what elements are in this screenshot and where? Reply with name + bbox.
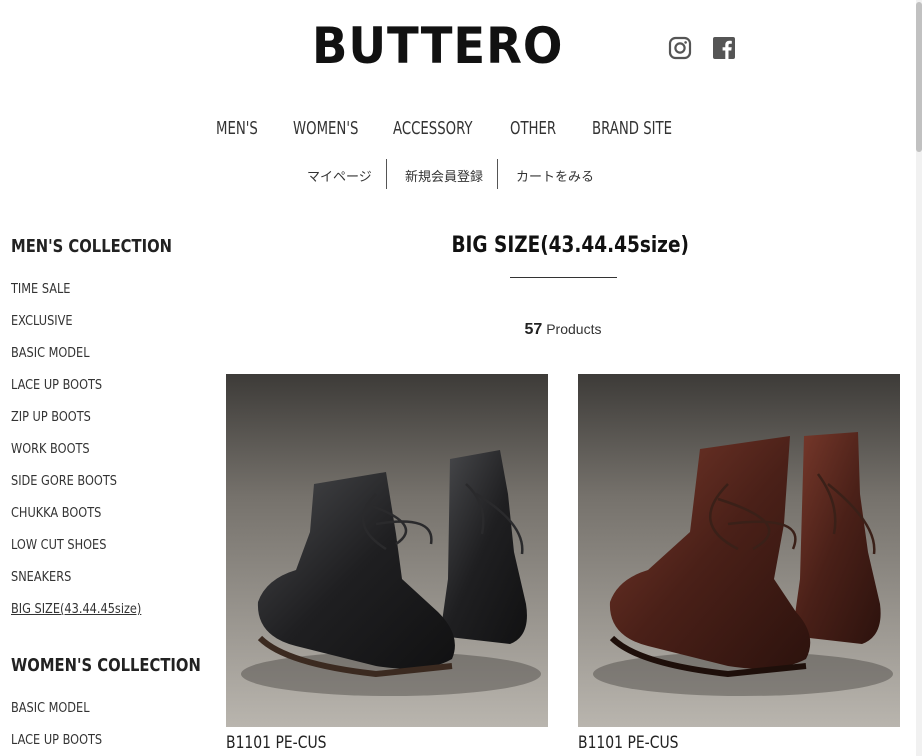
sidebar-item-big-size[interactable]: BIG SIZE(43.44.45size) xyxy=(11,599,141,631)
page-title: BIG SIZE(43.44.45size) xyxy=(451,233,689,258)
product-count-label: Products xyxy=(546,321,602,337)
account-nav: マイページ 新規会員登録 カートをみる xyxy=(0,159,922,189)
scrollbar-thumb[interactable] xyxy=(916,2,922,152)
sidebar-item-womens-lace-up-boots[interactable]: LACE UP BOOTS xyxy=(11,730,102,756)
nav-brand-site[interactable]: BRAND SITE xyxy=(592,118,672,139)
product-image[interactable] xyxy=(578,374,900,727)
brand-logo[interactable]: BUTTERO xyxy=(312,18,563,74)
product-card[interactable]: B1101 PE-CUS xyxy=(578,374,900,753)
womens-collection-list: BASIC MODEL LACE UP BOOTS xyxy=(11,698,119,756)
mens-collection-heading: MEN'S COLLECTION xyxy=(11,236,172,257)
product-count-number: 57 xyxy=(524,321,543,338)
nav-mens[interactable]: MEN'S xyxy=(216,118,258,139)
nav-womens[interactable]: WOMEN'S xyxy=(293,118,358,139)
my-page-link[interactable]: マイページ xyxy=(307,166,372,185)
product-image[interactable] xyxy=(226,374,548,727)
title-underline xyxy=(510,277,617,278)
nav-accessory[interactable]: ACCESSORY xyxy=(393,118,472,139)
register-link[interactable]: 新規会員登録 xyxy=(405,166,483,185)
sidebar-item-basic-model[interactable]: BASIC MODEL xyxy=(11,343,141,375)
product-name[interactable]: B1101 PE-CUS xyxy=(226,733,490,753)
product-count: 57 Products xyxy=(0,321,922,339)
product-name[interactable]: B1101 PE-CUS xyxy=(578,733,842,753)
sidebar-item-chukka-boots[interactable]: CHUKKA BOOTS xyxy=(11,503,141,535)
divider xyxy=(497,159,498,189)
nav-other[interactable]: OTHER xyxy=(510,118,556,139)
facebook-icon[interactable] xyxy=(712,36,736,60)
main-nav: MEN'S WOMEN'S ACCESSORY OTHER BRAND SITE xyxy=(0,118,922,146)
sidebar-item-zip-up-boots[interactable]: ZIP UP BOOTS xyxy=(11,407,141,439)
view-cart-link[interactable]: カートをみる xyxy=(516,166,594,185)
sidebar-item-womens-basic-model[interactable]: BASIC MODEL xyxy=(11,698,102,730)
sidebar-item-work-boots[interactable]: WORK BOOTS xyxy=(11,439,141,471)
sidebar-item-time-sale[interactable]: TIME SALE xyxy=(11,279,141,311)
sidebar-item-lace-up-boots[interactable]: LACE UP BOOTS xyxy=(11,375,141,407)
divider xyxy=(386,159,387,189)
instagram-icon[interactable] xyxy=(668,36,692,60)
sidebar-item-low-cut-shoes[interactable]: LOW CUT SHOES xyxy=(11,535,141,567)
scrollbar[interactable] xyxy=(916,0,922,756)
sidebar-item-side-gore-boots[interactable]: SIDE GORE BOOTS xyxy=(11,471,141,503)
womens-collection-heading: WOMEN'S COLLECTION xyxy=(11,655,201,676)
sidebar-item-sneakers[interactable]: SNEAKERS xyxy=(11,567,141,599)
product-card[interactable]: B1101 PE-CUS xyxy=(226,374,548,753)
